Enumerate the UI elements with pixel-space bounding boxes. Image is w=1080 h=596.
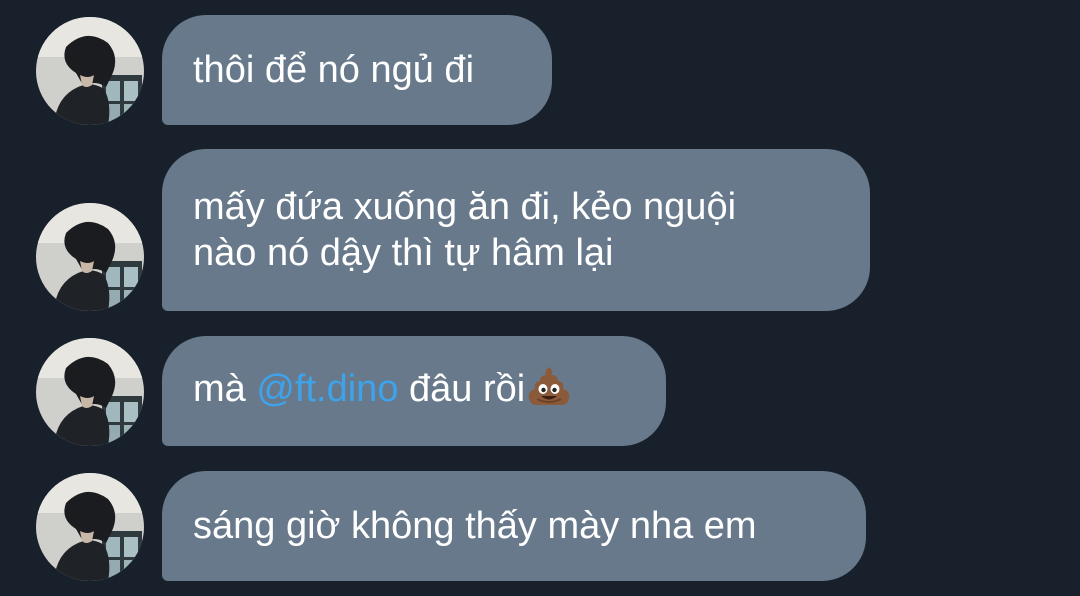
avatar-photo: [36, 473, 144, 581]
message-text: thôi để nó ngủ đi: [193, 49, 475, 91]
message-bubble[interactable]: thôi để nó ngủ đi: [162, 15, 552, 125]
message-text: mà @ft.dino đâu rồi: [193, 365, 632, 418]
message-bubble[interactable]: mà @ft.dino đâu rồi: [162, 336, 666, 446]
avatar-photo: [36, 338, 144, 446]
avatar-photo: [36, 203, 144, 311]
message-text: sáng giờ không thấy mày nha em: [193, 505, 757, 547]
avatar[interactable]: [36, 473, 144, 581]
message-text: nào nó dậy thì tự hâm lại: [193, 232, 614, 274]
message-text-before: mà: [193, 367, 257, 410]
avatar[interactable]: [36, 338, 144, 446]
message-bubble[interactable]: mấy đứa xuống ăn đi, kẻo nguội nào nó dậ…: [162, 149, 870, 311]
avatar[interactable]: [36, 17, 144, 125]
message-text-after: đâu rồi: [398, 367, 526, 410]
avatar[interactable]: [36, 203, 144, 311]
message-text: mấy đứa xuống ăn đi, kẻo nguội: [193, 186, 737, 228]
avatar-photo: [36, 17, 144, 125]
message-bubble[interactable]: sáng giờ không thấy mày nha em: [162, 471, 866, 581]
pile-of-poo-icon: [527, 365, 571, 418]
mention-link[interactable]: @ft.dino: [256, 368, 398, 410]
